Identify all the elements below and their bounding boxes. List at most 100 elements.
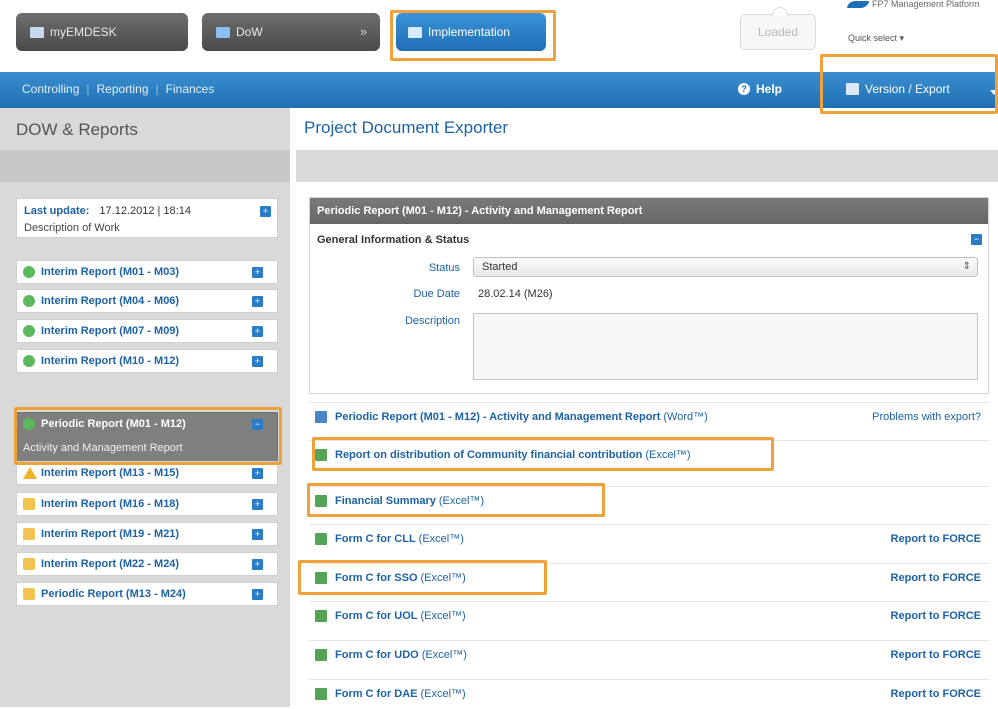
report-item-period: (M22 - M24)	[119, 558, 180, 570]
due-date-label: Due Date	[413, 288, 460, 300]
export-link[interactable]: Form C for SSO (Excel™)	[335, 572, 466, 584]
save-disk-icon	[846, 83, 859, 95]
problems-with-export-link[interactable]: Problems with export?	[872, 411, 981, 423]
tab-implementation[interactable]: Implementation	[396, 13, 546, 51]
sidebar-toolbar	[0, 150, 290, 182]
description-of-work-link[interactable]: Description of Work	[24, 222, 120, 234]
select-arrow-icon: ⇕	[962, 261, 971, 272]
report-item-period: (M16 - M18)	[119, 498, 180, 510]
page-title: Project Document Exporter	[304, 118, 509, 137]
excel-file-icon	[315, 649, 327, 661]
collapse-icon[interactable]: −	[252, 419, 263, 430]
export-format: (Excel™)	[421, 649, 467, 661]
report-item-label: Interim Report (M07 - M09)	[41, 325, 179, 337]
sidebar-report-item[interactable]: Periodic Report (M13 - M24) +	[16, 582, 278, 606]
export-link[interactable]: Periodic Report (M01 - M12) - Activity a…	[335, 411, 708, 423]
report-item-label: Interim Report (M16 - M18)	[41, 498, 179, 510]
report-to-force-link[interactable]: Report to FORCE	[891, 533, 981, 545]
sidebar-report-item[interactable]: Interim Report (M22 - M24) +	[16, 552, 278, 576]
sidebar: DOW & Reports Last update: 17.12.2012 | 1…	[0, 108, 290, 707]
lock-icon	[23, 528, 35, 540]
panel-header: Periodic Report (M01 - M12) - Activity a…	[310, 198, 988, 224]
report-to-force-link[interactable]: Report to FORCE	[891, 610, 981, 622]
export-name: Financial Summary	[335, 495, 436, 507]
expand-icon[interactable]: +	[252, 529, 263, 540]
report-item-subtitle[interactable]: Activity and Management Report	[23, 442, 183, 454]
export-link[interactable]: Report on distribution of Community fina…	[335, 449, 691, 461]
version-export-label: Version / Export	[865, 82, 950, 96]
nav-separator: |	[86, 82, 90, 96]
export-link[interactable]: Form C for CLL (Excel™)	[335, 533, 464, 545]
expand-icon[interactable]: +	[252, 559, 263, 570]
report-item-period: (M10 - M12)	[119, 355, 180, 367]
export-link[interactable]: Form C for UDO (Excel™)	[335, 649, 467, 661]
excel-file-icon	[315, 533, 327, 545]
expand-icon[interactable]: +	[252, 468, 263, 479]
excel-file-icon	[315, 449, 327, 461]
sidebar-report-item[interactable]: Interim Report (M10 - M12) +	[16, 349, 278, 373]
status-select[interactable]: Started ⇕	[473, 257, 978, 277]
export-format: (Excel™)	[418, 533, 464, 545]
export-link[interactable]: Form C for UOL (Excel™)	[335, 610, 466, 622]
export-name: Form C for UOL	[335, 610, 418, 622]
report-item-label: Periodic Report (M13 - M24)	[41, 588, 186, 600]
excel-file-icon	[315, 610, 327, 622]
last-update-box: Last update: 17.12.2012 | 18:14 Descripti…	[16, 198, 278, 238]
help-icon: ?	[738, 83, 750, 95]
export-name: Form C for DAE	[335, 688, 418, 700]
nav-finances[interactable]: Finances	[166, 82, 215, 96]
export-row: Periodic Report (M01 - M12) - Activity a…	[309, 402, 989, 432]
sidebar-report-item[interactable]: Interim Report (M07 - M09) +	[16, 319, 278, 343]
export-format: (Excel™)	[420, 610, 466, 622]
expand-icon[interactable]: +	[252, 326, 263, 337]
report-item-name: Interim Report	[41, 266, 117, 278]
report-to-force-link[interactable]: Report to FORCE	[891, 649, 981, 661]
export-format: (Excel™)	[438, 495, 485, 507]
nav-links: Controlling | Reporting | Finances	[22, 82, 214, 96]
export-row: Report on distribution of Community fina…	[309, 440, 989, 470]
check-circle-icon	[23, 355, 35, 367]
sidebar-report-item[interactable]: Interim Report (M13 - M15) +	[16, 461, 278, 485]
report-item-label: Interim Report (M22 - M24)	[41, 558, 179, 570]
export-name: Report on distribution of Community fina…	[335, 449, 643, 461]
report-item-period: (M13 - M15)	[119, 467, 180, 479]
expand-icon[interactable]: +	[252, 267, 263, 278]
report-item-name: Interim Report	[41, 295, 117, 307]
platform-name: FP7 Management Platform	[872, 0, 980, 9]
sidebar-report-item[interactable]: Periodic Report (M01 - M12) − Activity and …	[16, 412, 278, 462]
chevron-down-icon[interactable]	[990, 90, 998, 95]
tab-myemdesk[interactable]: myEMDESK	[16, 13, 188, 51]
export-name: Form C for UDO	[335, 649, 419, 661]
report-item-period: (M01 - M03)	[119, 266, 180, 278]
expand-icon[interactable]: +	[252, 499, 263, 510]
sidebar-report-item[interactable]: Interim Report (M01 - M03) +	[16, 260, 278, 284]
last-update-label: Last update:	[24, 205, 90, 217]
sidebar-report-item[interactable]: Interim Report (M04 - M06) +	[16, 289, 278, 313]
description-label: Description	[404, 315, 460, 327]
sidebar-report-item[interactable]: Interim Report (M16 - M18) +	[16, 492, 278, 516]
tab-dow[interactable]: DoW	[202, 13, 380, 51]
version-export-button[interactable]: Version / Export	[846, 82, 950, 96]
quick-select-dropdown[interactable]: Quick select ▾	[848, 33, 904, 44]
export-link[interactable]: Form C for DAE (Excel™)	[335, 688, 466, 700]
report-item-label: Interim Report (M10 - M12)	[41, 355, 179, 367]
sidebar-report-item[interactable]: Interim Report (M19 - M21) +	[16, 522, 278, 546]
report-to-force-link[interactable]: Report to FORCE	[891, 688, 981, 700]
collapse-icon[interactable]: −	[971, 234, 982, 245]
nav-controlling[interactable]: Controlling	[22, 82, 79, 96]
help-button[interactable]: ? Help	[738, 82, 782, 96]
expand-icon[interactable]: +	[252, 356, 263, 367]
export-link[interactable]: Financial Summary (Excel™)	[335, 495, 484, 507]
export-row: Form C for DAE (Excel™) Report to FORCE	[309, 679, 989, 709]
expand-icon[interactable]: +	[252, 296, 263, 307]
excel-file-icon	[315, 688, 327, 700]
report-to-force-link[interactable]: Report to FORCE	[891, 572, 981, 584]
export-row: Form C for CLL (Excel™) Report to FORCE	[309, 524, 989, 554]
check-circle-icon	[23, 266, 35, 278]
loading-spinner-icon	[772, 7, 788, 16]
expand-icon[interactable]: +	[252, 589, 263, 600]
nav-reporting[interactable]: Reporting	[97, 82, 149, 96]
description-textarea[interactable]	[473, 313, 978, 380]
expand-icon[interactable]: +	[260, 206, 271, 217]
report-item-label: Interim Report (M19 - M21)	[41, 528, 179, 540]
